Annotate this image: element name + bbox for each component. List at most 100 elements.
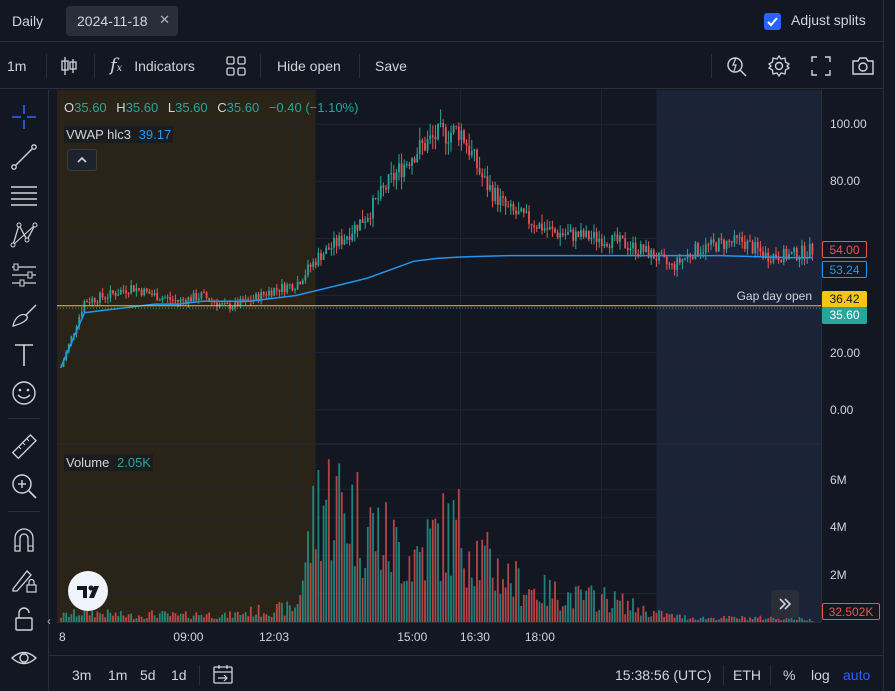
- volume-bar: [499, 593, 502, 622]
- volume-bar: [535, 599, 538, 622]
- volume-bar: [398, 541, 400, 622]
- price-axis[interactable]: 100.00 80.00 20.00 0.00 54.00 53.24 36.42 3…: [821, 90, 883, 622]
- brush-icon[interactable]: [9, 300, 39, 330]
- range-3m-button[interactable]: 3m: [72, 667, 91, 683]
- candle-body: [143, 288, 146, 296]
- volume-bar: [314, 549, 317, 622]
- open-value: 35.60: [74, 100, 107, 115]
- scroll-left-icon[interactable]: ‹: [47, 614, 51, 628]
- candle-body: [520, 208, 523, 212]
- timeframe-button[interactable]: Daily: [0, 5, 56, 37]
- right-edge-panel: [883, 0, 895, 691]
- indicators-button[interactable]: fx Indicators: [110, 43, 195, 89]
- candle-body: [322, 254, 325, 261]
- candle-body: [546, 228, 549, 230]
- price-chart[interactable]: Gap day open: [57, 90, 821, 622]
- horizontal-lines-icon[interactable]: [9, 181, 39, 211]
- volume-bar: [561, 606, 564, 622]
- volume-legend-label: Volume: [66, 455, 110, 470]
- zoom-in-icon[interactable]: [9, 471, 39, 501]
- range-5d-button[interactable]: 5d: [140, 667, 156, 683]
- lock-drawing-icon[interactable]: [9, 565, 39, 595]
- time-axis[interactable]: 8 09:00 12:03 15:00 16:30 18:00: [57, 622, 821, 650]
- candle-body: [182, 299, 185, 301]
- forecast-icon[interactable]: [9, 260, 39, 290]
- log-scale-button[interactable]: log: [811, 667, 830, 683]
- vwap-legend[interactable]: VWAP hlc3 39.17: [64, 126, 174, 143]
- volume-bar: [676, 614, 679, 622]
- date-range-icon[interactable]: [211, 664, 235, 686]
- candle-body: [504, 197, 507, 207]
- volume-bar: [294, 607, 296, 622]
- percent-scale-button[interactable]: %: [783, 667, 795, 683]
- camera-icon[interactable]: [850, 54, 876, 78]
- candle-body: [460, 130, 463, 140]
- eye-icon[interactable]: [9, 643, 39, 673]
- candle-body: [148, 291, 151, 294]
- candle-body: [658, 252, 660, 261]
- date-tab[interactable]: 2024-11-18 ✕: [66, 6, 178, 36]
- volume-bar: [364, 567, 367, 622]
- gear-icon[interactable]: [767, 54, 791, 78]
- save-button[interactable]: Save: [375, 43, 407, 89]
- volume-bar: [509, 583, 512, 622]
- magnet-icon[interactable]: [9, 525, 39, 555]
- candle-body: [465, 142, 468, 146]
- clock-display[interactable]: 15:38:56 (UTC): [615, 667, 711, 683]
- candle-body: [275, 288, 278, 290]
- volume-bar: [444, 572, 447, 622]
- volume-bar: [678, 614, 681, 622]
- range-1m-button[interactable]: 1m: [108, 667, 127, 683]
- fullscreen-icon[interactable]: [809, 54, 833, 78]
- candle-body: [759, 248, 762, 252]
- session-button[interactable]: ETH: [733, 667, 761, 683]
- volume-bar: [403, 581, 406, 622]
- volume-bar: [249, 606, 252, 622]
- volume-bar: [489, 548, 491, 622]
- candle-body: [229, 303, 231, 310]
- volume-legend-value: 2.05K: [117, 455, 151, 470]
- candle-body: [486, 176, 489, 191]
- postmarket-session-bg: [656, 90, 821, 622]
- range-1d-button[interactable]: 1d: [171, 667, 187, 683]
- volume-bar: [645, 611, 647, 622]
- candle-body: [803, 245, 806, 259]
- time-tick-label: 18:00: [524, 630, 555, 644]
- volume-bar: [325, 499, 328, 622]
- candle-body: [361, 219, 364, 223]
- volume-bar: [470, 577, 473, 622]
- scroll-to-realtime-button[interactable]: [771, 590, 799, 618]
- candle-body: [470, 151, 473, 156]
- interval-button[interactable]: 1m: [7, 43, 26, 89]
- candle-body: [127, 293, 130, 295]
- candle-body: [247, 298, 250, 301]
- trend-line-icon[interactable]: [9, 142, 39, 172]
- pattern-icon[interactable]: [9, 220, 39, 250]
- candle-body: [600, 238, 603, 247]
- unlock-icon[interactable]: [9, 604, 39, 634]
- candles-icon[interactable]: [58, 55, 80, 77]
- candle-body: [374, 197, 377, 199]
- emoji-icon[interactable]: [9, 378, 39, 408]
- candle-body: [369, 218, 372, 220]
- volume-tick-label: 4M: [830, 520, 847, 535]
- hide-open-button[interactable]: Hide open: [277, 43, 341, 89]
- layout-grid-icon[interactable]: [225, 55, 247, 77]
- crosshair-icon[interactable]: [9, 102, 39, 132]
- ruler-icon[interactable]: [9, 432, 39, 462]
- text-icon[interactable]: [9, 340, 39, 370]
- adjust-splits-checkbox[interactable]: [764, 13, 781, 30]
- auto-scale-button[interactable]: auto: [843, 667, 870, 683]
- volume-bar: [554, 581, 556, 622]
- volume-legend[interactable]: Volume 2.05K: [64, 454, 153, 471]
- candle-body: [491, 185, 494, 202]
- candle-body: [572, 229, 575, 241]
- collapse-legend-button[interactable]: [67, 149, 97, 171]
- tradingview-logo[interactable]: [68, 571, 108, 611]
- candle-body: [502, 196, 504, 198]
- quick-search-icon[interactable]: [725, 54, 749, 78]
- ohlc-legend: O35.60 H35.60 L35.60 C35.60 −0.40 (−1.10…: [64, 100, 359, 115]
- candle-body: [390, 173, 393, 175]
- close-icon[interactable]: ✕: [159, 12, 170, 28]
- candle-body: [569, 229, 572, 233]
